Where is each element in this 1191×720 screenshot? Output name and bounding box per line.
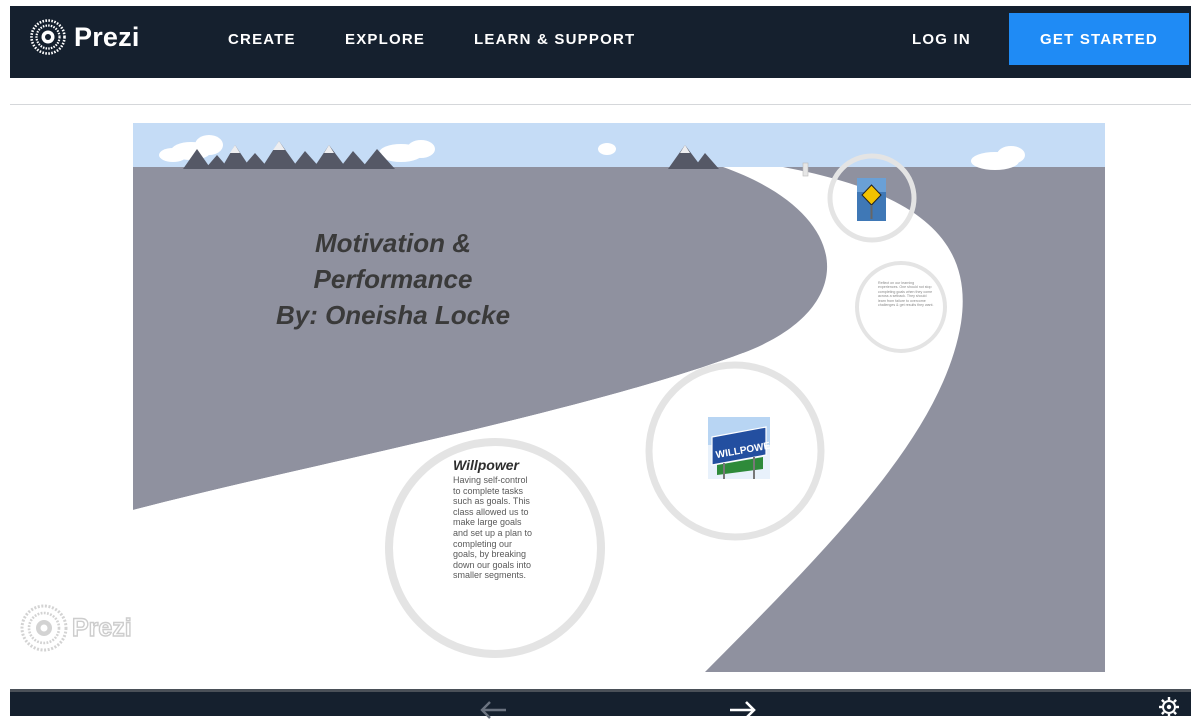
get-started-button[interactable]: GET STARTED xyxy=(1009,13,1189,65)
bottom-control-bar xyxy=(10,689,1191,719)
watermark-text: Prezi xyxy=(71,613,132,642)
prezi-watermark: Prezi xyxy=(20,604,132,652)
logo-text: Prezi xyxy=(74,21,140,52)
nav-create-link[interactable]: CREATE xyxy=(228,31,296,48)
warning-road-sign-image xyxy=(857,178,886,221)
top-navigation-bar: Prezi CREATE EXPLORE LEARN & SUPPORT LOG… xyxy=(10,6,1191,78)
prezi-logo-icon xyxy=(30,19,66,55)
arrow-left-icon[interactable] xyxy=(478,700,508,720)
nav-explore-link[interactable]: EXPLORE xyxy=(345,31,425,48)
slide-background: WILLPOWER xyxy=(133,123,1105,672)
arrow-right-icon[interactable] xyxy=(728,700,758,720)
nav-learn-support-link[interactable]: LEARN & SUPPORT xyxy=(474,31,635,48)
title-line-1: Motivation & xyxy=(315,228,471,258)
willpower-heading: Willpower xyxy=(453,457,519,473)
login-link[interactable]: LOG IN xyxy=(912,31,971,48)
slide-title: Motivation & Performance By: Oneisha Loc… xyxy=(233,225,553,333)
small-circle-text: Reflect on our learning experiences. One… xyxy=(878,281,934,308)
prezi-watermark-icon xyxy=(20,604,68,652)
willpower-road-sign-image: WILLPOWER xyxy=(708,417,779,479)
title-line-2: Performance xyxy=(313,264,473,294)
prezi-logo[interactable]: Prezi xyxy=(30,19,140,55)
willpower-body: Having self-control to complete tasks su… xyxy=(453,475,533,581)
title-line-3: By: Oneisha Locke xyxy=(275,300,511,330)
presentation-canvas[interactable]: WILLPOWER Motivation & Performance By: O… xyxy=(133,123,1105,672)
gear-icon[interactable] xyxy=(1158,696,1180,718)
header-divider xyxy=(10,104,1191,105)
